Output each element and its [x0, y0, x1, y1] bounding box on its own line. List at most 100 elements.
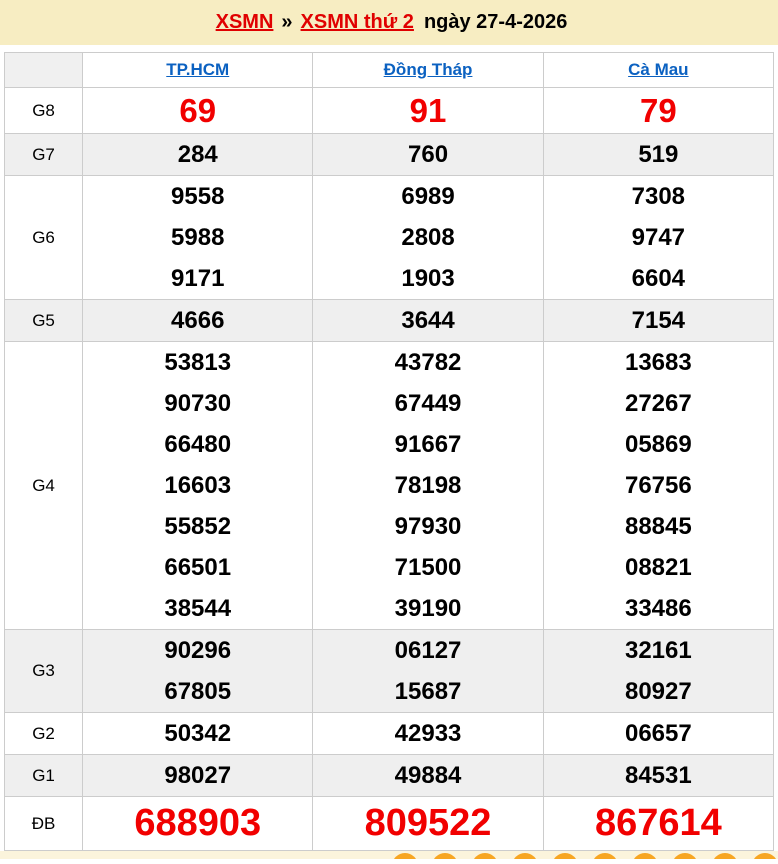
table-row: G3902966780506127156873216180927 [5, 630, 774, 713]
prize-number: 867614 [544, 797, 773, 850]
province-link[interactable]: TP.HCM [166, 60, 229, 79]
prize-number: 760 [313, 134, 542, 175]
prize-number: 809522 [313, 797, 542, 850]
prize-numbers-cell: 42933 [313, 713, 543, 755]
prize-numbers-cell: 9029667805 [83, 630, 313, 713]
prize-number: 6604 [544, 258, 773, 299]
prize-numbers-cell: 84531 [543, 755, 773, 797]
prize-numbers-cell: 4666 [83, 300, 313, 342]
prize-number: 688903 [83, 797, 312, 850]
prize-number: 84531 [544, 755, 773, 796]
prize-number: 06657 [544, 713, 773, 754]
prize-number: 78198 [313, 465, 542, 506]
prize-numbers-cell: 760 [313, 134, 543, 176]
prize-number: 284 [83, 134, 312, 175]
prize-number: 33486 [544, 588, 773, 629]
results-table-body: G8699179G7284760519G69558598891716989280… [5, 88, 774, 851]
prize-label: G5 [5, 300, 83, 342]
prize-number: 7154 [544, 300, 773, 341]
prize-number: 88845 [544, 506, 773, 547]
prize-label: G8 [5, 88, 83, 134]
prize-number: 49884 [313, 755, 542, 796]
prize-numbers-cell: 69 [83, 88, 313, 134]
prize-label: G2 [5, 713, 83, 755]
prize-number: 32161 [544, 630, 773, 671]
prize-number: 9747 [544, 217, 773, 258]
province-header: Đồng Tháp [313, 53, 543, 88]
prize-number: 67449 [313, 383, 542, 424]
lottery-ball-icon [552, 853, 578, 859]
prize-number: 67805 [83, 671, 312, 712]
table-row: ĐB688903809522867614 [5, 797, 774, 851]
prize-number: 5988 [83, 217, 312, 258]
prize-label: G3 [5, 630, 83, 713]
breadcrumb-link-xsmn[interactable]: XSMN [216, 11, 274, 34]
prize-numbers-cell: 867614 [543, 797, 773, 851]
prize-label: G7 [5, 134, 83, 176]
prize-number: 91 [313, 88, 542, 133]
prize-numbers-cell: 06657 [543, 713, 773, 755]
province-header: TP.HCM [83, 53, 313, 88]
lottery-ball-icon [712, 853, 738, 859]
prize-number: 6989 [313, 176, 542, 217]
prize-numbers-cell: 955859889171 [83, 176, 313, 300]
prize-numbers-cell: 688903 [83, 797, 313, 851]
prize-number: 27267 [544, 383, 773, 424]
province-link[interactable]: Cà Mau [628, 60, 688, 79]
prize-numbers-cell: 98027 [83, 755, 313, 797]
prize-number: 76756 [544, 465, 773, 506]
prize-numbers-cell: 3216180927 [543, 630, 773, 713]
prize-numbers-cell: 7154 [543, 300, 773, 342]
prize-number: 55852 [83, 506, 312, 547]
corner-cell [5, 53, 83, 88]
prize-number: 38544 [83, 588, 312, 629]
prize-number: 42933 [313, 713, 542, 754]
prize-numbers-cell: 730897476604 [543, 176, 773, 300]
prize-number: 50342 [83, 713, 312, 754]
breadcrumb-separator: » [281, 11, 292, 34]
table-row: G1980274988484531 [5, 755, 774, 797]
results-table-container: TP.HCMĐồng ThápCà Mau G8699179G728476051… [0, 45, 778, 851]
prize-number: 90296 [83, 630, 312, 671]
prize-number: 1903 [313, 258, 542, 299]
prize-number: 05869 [544, 424, 773, 465]
prize-number: 9558 [83, 176, 312, 217]
prize-number: 13683 [544, 342, 773, 383]
prize-number: 06127 [313, 630, 542, 671]
prize-number: 66501 [83, 547, 312, 588]
lottery-ball-icon [672, 853, 698, 859]
prize-numbers-cell: 13683272670586976756888450882133486 [543, 342, 773, 630]
breadcrumb-link-xsmn-thu2[interactable]: XSMN thứ 2 [301, 11, 414, 34]
prize-number: 53813 [83, 342, 312, 383]
prize-label: G6 [5, 176, 83, 300]
table-row: G5466636447154 [5, 300, 774, 342]
prize-number: 43782 [313, 342, 542, 383]
page-title: XSMN » XSMN thứ 2 ngày 27-4-2026 [0, 0, 778, 45]
prize-numbers-cell: 49884 [313, 755, 543, 797]
prize-numbers-cell: 79 [543, 88, 773, 134]
prize-numbers-cell: 3644 [313, 300, 543, 342]
prize-number: 9171 [83, 258, 312, 299]
province-link[interactable]: Đồng Tháp [384, 60, 473, 79]
prize-number: 91667 [313, 424, 542, 465]
prize-number: 98027 [83, 755, 312, 796]
cutoff-bottom-strip [0, 851, 778, 859]
table-row: G7284760519 [5, 134, 774, 176]
lottery-ball-icon [432, 853, 458, 859]
prize-number: 519 [544, 134, 773, 175]
table-row: G453813907306648016603558526650138544437… [5, 342, 774, 630]
lottery-ball-icon [632, 853, 658, 859]
lottery-ball-icon [472, 853, 498, 859]
results-table: TP.HCMĐồng ThápCà Mau G8699179G728476051… [4, 52, 774, 851]
lottery-ball-icon [512, 853, 538, 859]
prize-numbers-cell: 53813907306648016603558526650138544 [83, 342, 313, 630]
prize-number: 80927 [544, 671, 773, 712]
prize-label: G1 [5, 755, 83, 797]
draw-date: ngày 27-4-2026 [424, 11, 567, 34]
prize-number: 71500 [313, 547, 542, 588]
province-header: Cà Mau [543, 53, 773, 88]
prize-number: 3644 [313, 300, 542, 341]
prize-numbers-cell: 43782674499166778198979307150039190 [313, 342, 543, 630]
prize-number: 69 [83, 88, 312, 133]
prize-label: G4 [5, 342, 83, 630]
